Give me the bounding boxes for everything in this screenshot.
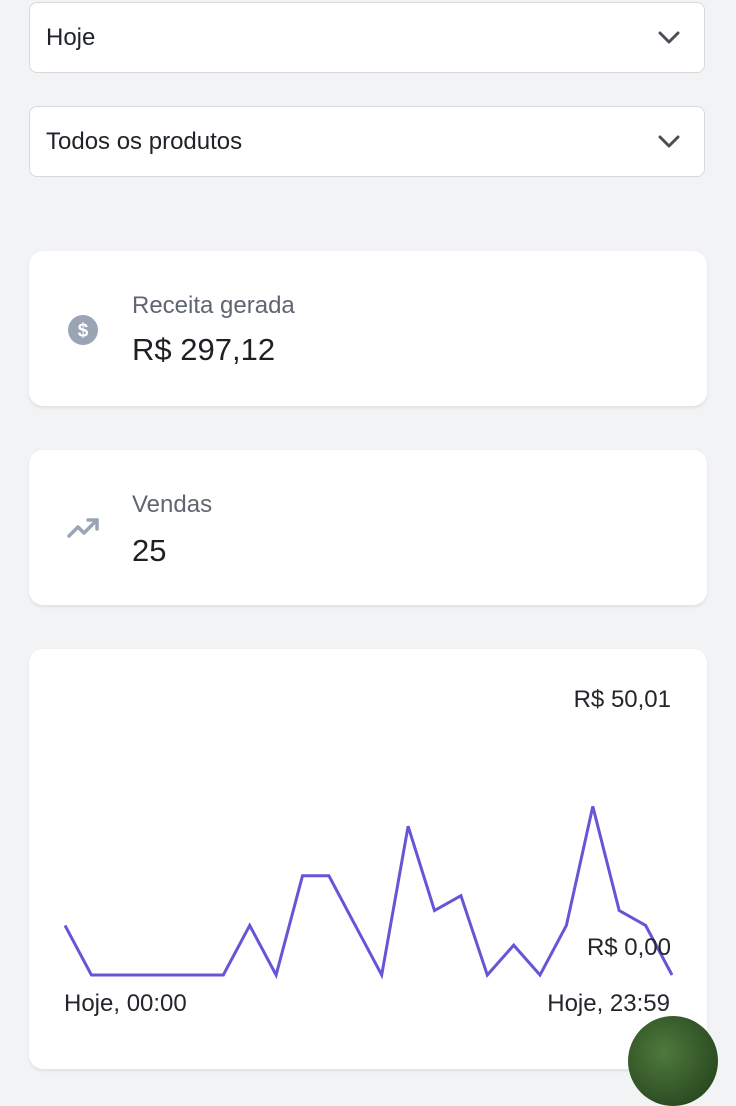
max-value-label: R$ 50,01 <box>574 686 671 713</box>
revenue-line-chart: R$ 50,01 R$ 0,00 Hoje, 00:00 Hoje, 23:59 <box>63 686 674 1017</box>
sales-card: Vendas 25 <box>29 450 707 605</box>
trending-up-icon <box>67 518 99 538</box>
revenue-chart-card: R$ 50,01 R$ 0,00 Hoje, 00:00 Hoje, 23:59 <box>29 649 707 1069</box>
avatar[interactable] <box>628 1016 718 1106</box>
revenue-card: $ Receita gerada R$ 297,12 <box>29 251 707 406</box>
x-end-label: Hoje, 23:59 <box>547 990 670 1017</box>
period-select-value: Hoje <box>46 23 96 51</box>
chevron-down-icon <box>658 31 680 43</box>
product-select[interactable]: Todos os produtos <box>29 106 705 177</box>
revenue-series-line <box>63 806 674 980</box>
product-select-value: Todos os produtos <box>46 127 243 155</box>
chevron-down-icon <box>658 135 680 147</box>
revenue-label: Receita gerada <box>132 292 295 319</box>
period-select[interactable]: Hoje <box>29 2 705 73</box>
sales-value: 25 <box>132 533 167 568</box>
x-start-label: Hoje, 00:00 <box>64 990 187 1017</box>
svg-text:$: $ <box>78 321 89 342</box>
min-value-label: R$ 0,00 <box>587 934 671 961</box>
revenue-value: R$ 297,12 <box>132 332 276 367</box>
dollar-circle-icon: $ <box>68 315 98 345</box>
sales-label: Vendas <box>132 491 213 518</box>
